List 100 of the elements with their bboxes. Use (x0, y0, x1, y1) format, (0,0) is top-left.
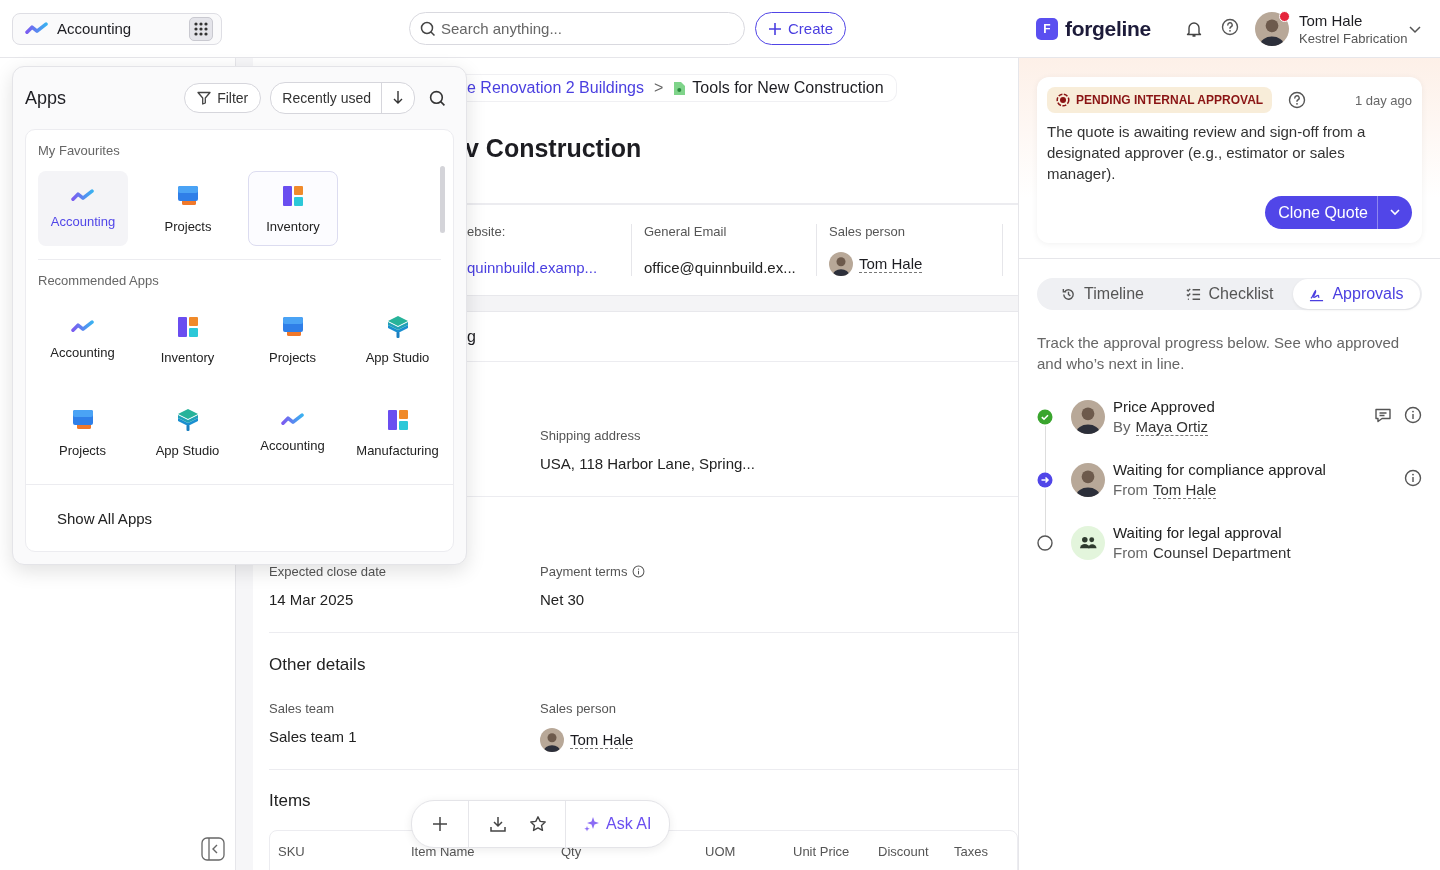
app-tile[interactable]: Inventory (248, 171, 338, 246)
app-tile[interactable]: Accounting (30, 302, 135, 377)
app-tile[interactable]: Projects (143, 171, 233, 246)
status-badge: PENDING INTERNAL APPROVAL (1047, 87, 1273, 113)
app-tile[interactable]: Manufacturing (345, 395, 450, 470)
column-header: Unit Price (793, 843, 851, 859)
field-label: Sales team (269, 701, 336, 716)
history-icon (1061, 286, 1077, 302)
field-label: Sales person (540, 701, 617, 716)
column-header: Taxes (954, 843, 989, 859)
app-tile[interactable]: Projects (30, 395, 135, 470)
target-icon (1056, 93, 1070, 107)
field-label: General Email (644, 224, 728, 239)
avatar-icon (1255, 11, 1289, 46)
approver-prefix: By (1113, 418, 1131, 436)
section-title: Other details (269, 655, 367, 675)
info-icon[interactable] (632, 565, 646, 578)
avatar-icon (540, 728, 564, 752)
section-label: Recommended Apps (38, 273, 160, 288)
brand-name: forgeline (1065, 16, 1151, 41)
bell-icon[interactable] (1185, 19, 1203, 38)
check-circle-icon (1037, 409, 1053, 425)
scrollbar-thumb[interactable] (440, 166, 445, 233)
breadcrumb-current: Tools for New Construction (692, 79, 884, 97)
website-link[interactable]: quinnbuild.examp... (467, 259, 631, 276)
app-tile[interactable]: Accounting (38, 171, 128, 246)
app-grid-icon[interactable] (189, 16, 213, 41)
search-icon[interactable] (429, 89, 446, 107)
app-tile[interactable]: Projects (240, 302, 345, 377)
search-icon (420, 21, 436, 37)
trend-line-icon (70, 319, 95, 334)
app-tile[interactable]: Inventory (135, 302, 240, 377)
status-description: The quote is awaiting review and sign-off from a designated approver (e.g., estimator or sales manager). (1047, 122, 1367, 184)
field-value: 14 Mar 2025 (269, 591, 355, 608)
trend-line-icon (25, 21, 49, 36)
help-icon[interactable] (1288, 91, 1307, 109)
field-label: ebsite: (467, 224, 507, 239)
breadcrumb-link[interactable]: e Renovation 2 Buildings (467, 79, 644, 97)
sparkle-icon (584, 816, 600, 832)
panel-tab[interactable]: Checklist (1166, 279, 1293, 309)
field-label: Sales person (829, 224, 906, 239)
collapse-sidebar-icon[interactable] (201, 837, 225, 861)
column-header: Discount (878, 843, 930, 859)
sales-person-link[interactable]: Tom Hale (570, 731, 634, 749)
help-icon[interactable] (1221, 17, 1239, 36)
breadcrumb-separator: > (654, 79, 664, 97)
comment-icon[interactable] (1374, 406, 1392, 424)
arrow-circle-icon (1037, 472, 1053, 488)
panel-tab[interactable]: Approvals (1293, 279, 1420, 309)
column-header: Item Name (411, 843, 476, 859)
field-value: Net 30 (540, 591, 586, 608)
show-all-apps-link[interactable]: Show All Apps (57, 509, 153, 527)
popup-title: Apps (25, 87, 68, 109)
approval-title: Price Approved (1113, 398, 1216, 415)
app-tile[interactable]: Accounting (240, 395, 345, 470)
dollar-document-icon (673, 80, 687, 96)
field-label: Payment terms (540, 564, 628, 579)
plus-icon (432, 816, 448, 832)
info-icon[interactable] (1404, 406, 1422, 424)
checklist-icon (1185, 286, 1201, 302)
column-header: SKU (278, 843, 306, 859)
monitor-icon (280, 314, 305, 339)
arrow-down-icon (392, 89, 404, 104)
ask-ai-button[interactable]: Ask AI (565, 801, 670, 847)
approver-link[interactable]: Maya Ortiz (1135, 418, 1209, 436)
logo-mark: F (1036, 17, 1058, 40)
section-title: g (467, 327, 476, 346)
sales-person-link[interactable]: Tom Hale (859, 255, 923, 273)
app-tile[interactable]: App Studio (345, 302, 450, 377)
filter-icon (197, 91, 212, 105)
blocks-icon (281, 183, 305, 208)
approver-prefix: From (1113, 544, 1148, 561)
field-value: Sales team 1 (269, 728, 358, 745)
avatar-icon (829, 252, 853, 276)
column-header: UOM (705, 843, 737, 859)
stacked-layers-icon (385, 314, 410, 339)
approver-link[interactable]: Tom Hale (1153, 481, 1217, 499)
filter-button[interactable]: Filter (184, 83, 262, 113)
field-value: office@quinnbuild.ex... (644, 259, 797, 276)
app-tile[interactable]: App Studio (135, 395, 240, 470)
timestamp: 1 day ago (1354, 92, 1412, 108)
create-button[interactable]: Create (755, 12, 847, 45)
monitor-icon (176, 183, 200, 208)
empty-circle-icon (1037, 534, 1053, 551)
plus-icon (768, 21, 782, 36)
trend-line-icon (280, 412, 305, 427)
trend-line-icon (71, 188, 95, 203)
search-field[interactable]: Search anything... (409, 12, 745, 45)
info-icon[interactable] (1404, 469, 1422, 487)
company-name: Kestrel Fabrication (1299, 30, 1408, 46)
monitor-icon (70, 407, 95, 432)
app-switcher[interactable]: Accounting (12, 12, 222, 45)
panel-tab[interactable]: Timeline (1039, 279, 1166, 309)
approver-name: Counsel Department (1153, 544, 1291, 561)
section-title: Items (269, 791, 312, 811)
approval-title: Waiting for legal approval (1113, 524, 1283, 541)
blocks-icon (385, 407, 410, 432)
field-label: Shipping address (540, 428, 642, 443)
approval-title: Waiting for compliance approval (1113, 461, 1327, 478)
star-icon (529, 815, 547, 833)
